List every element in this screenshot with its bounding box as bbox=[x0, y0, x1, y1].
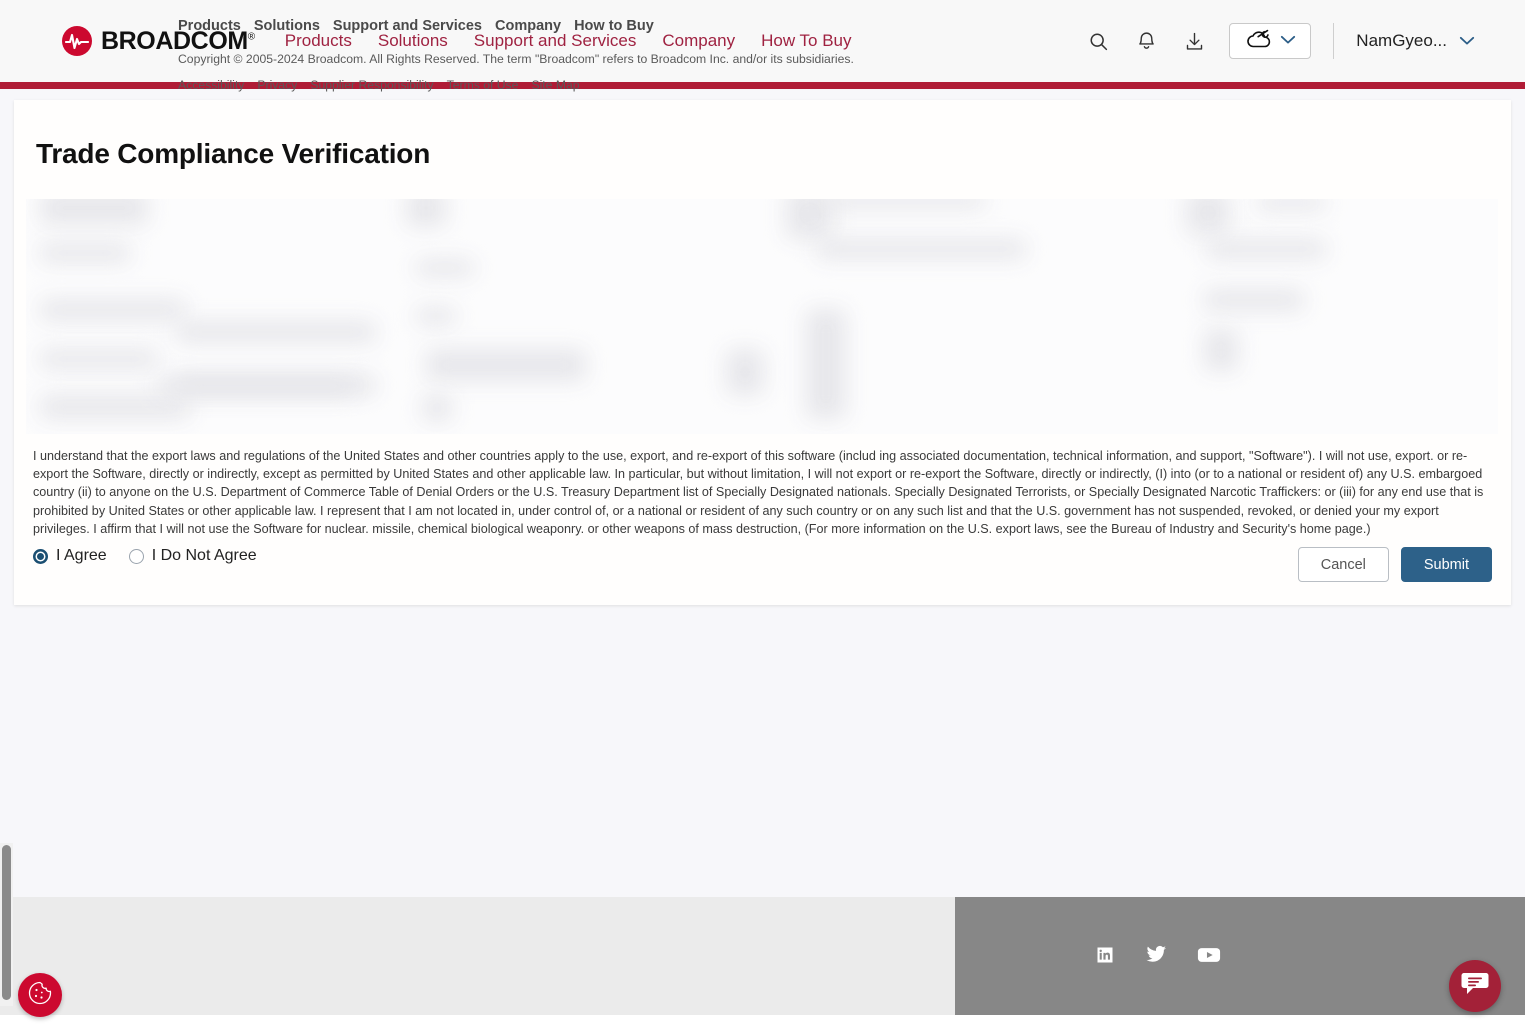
search-icon[interactable] bbox=[1085, 28, 1111, 54]
twitter-icon[interactable] bbox=[1145, 945, 1167, 970]
cancel-button[interactable]: Cancel bbox=[1297, 547, 1389, 582]
footer-link-privacy[interactable]: Privacy bbox=[257, 78, 297, 92]
radio-i-agree-label: I Agree bbox=[56, 547, 107, 564]
footer-link-terms-of-use[interactable]: Terms of Use bbox=[447, 78, 519, 92]
chat-bubble-icon bbox=[1460, 970, 1490, 1003]
agreement-radio-group: I Agree I Do Not Agree bbox=[33, 547, 257, 565]
radio-i-agree-input[interactable] bbox=[33, 548, 48, 564]
youtube-icon[interactable] bbox=[1197, 945, 1221, 970]
footer-link-accessibility[interactable]: Accessibility bbox=[178, 78, 244, 92]
user-name: NamGyeo... bbox=[1356, 31, 1447, 50]
footer-legal-links: Accessibility Privacy Supplier Responsib… bbox=[178, 78, 854, 92]
radio-option-i-do-not-agree[interactable]: I Do Not Agree bbox=[128, 547, 257, 565]
footer-nav-how-to-buy[interactable]: How to Buy bbox=[574, 18, 654, 34]
broadcom-pulse-icon bbox=[62, 26, 92, 56]
footer-content: Products Solutions Support and Services … bbox=[178, 18, 854, 92]
footer-link-supplier-responsibility[interactable]: Supplier Responsibility bbox=[310, 78, 433, 92]
download-icon[interactable] bbox=[1181, 28, 1207, 54]
footer-social-panel bbox=[955, 897, 1525, 1015]
footer-nav-support-and-services[interactable]: Support and Services bbox=[333, 18, 482, 34]
social-links bbox=[1095, 945, 1221, 970]
header-divider bbox=[1333, 23, 1335, 59]
cookie-icon bbox=[27, 980, 53, 1011]
radio-i-do-not-agree-input[interactable] bbox=[128, 548, 144, 564]
copyright-text: Copyright © 2005-2024 Broadcom. All Righ… bbox=[178, 52, 854, 66]
radio-i-do-not-agree-label: I Do Not Agree bbox=[151, 547, 257, 564]
footer-nav-solutions[interactable]: Solutions bbox=[254, 18, 320, 34]
page-scrollbar-thumb[interactable] bbox=[2, 845, 11, 1000]
bell-icon[interactable] bbox=[1133, 28, 1159, 54]
footer-nav-company[interactable]: Company bbox=[495, 18, 561, 34]
chat-widget-button[interactable] bbox=[1449, 960, 1501, 1012]
user-menu[interactable]: NamGyeo... bbox=[1356, 31, 1475, 51]
page-title: Trade Compliance Verification bbox=[36, 138, 431, 169]
trade-compliance-card: Trade Compliance Verification I understa… bbox=[14, 100, 1511, 605]
form-actions: Cancel Submit bbox=[1297, 547, 1492, 582]
export-compliance-statement: I understand that the export laws and re… bbox=[33, 449, 1484, 536]
footer-nav: Products Solutions Support and Services … bbox=[178, 18, 854, 34]
radio-option-i-agree[interactable]: I Agree bbox=[33, 547, 107, 565]
submit-button[interactable]: Submit bbox=[1400, 547, 1492, 582]
header-actions: NamGyeo... bbox=[1085, 23, 1475, 59]
cloud-selector[interactable] bbox=[1229, 23, 1312, 59]
footer-link-site-map[interactable]: Site Map bbox=[531, 78, 579, 92]
agreement-controls: I Agree I Do Not Agree Cancel Submit bbox=[33, 547, 1492, 587]
linkedin-icon[interactable] bbox=[1095, 945, 1115, 970]
cloud-icon bbox=[1245, 27, 1275, 56]
cookie-settings-button[interactable] bbox=[18, 973, 62, 1017]
footer-nav-products[interactable]: Products bbox=[178, 18, 241, 34]
chevron-down-icon bbox=[1280, 32, 1296, 50]
redacted-content-region bbox=[26, 199, 1498, 434]
chevron-down-icon bbox=[1459, 31, 1475, 51]
